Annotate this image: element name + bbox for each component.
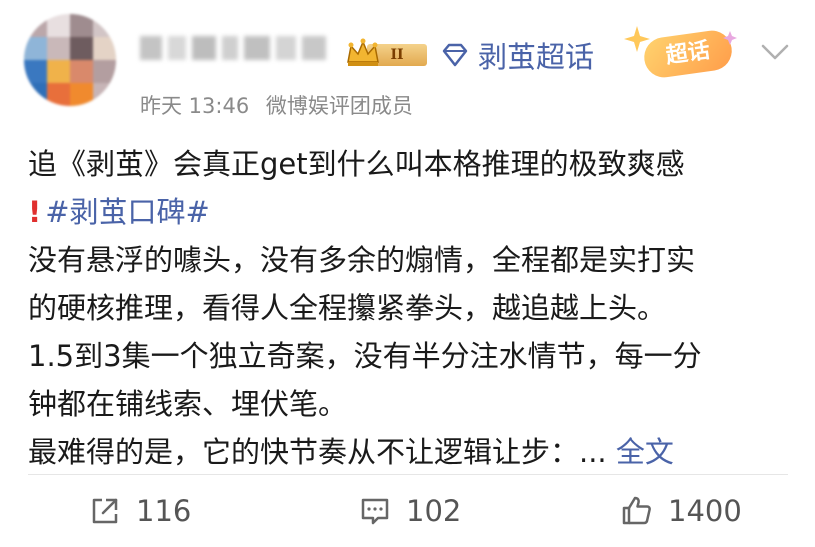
sparkle-icon: [723, 31, 737, 45]
comment-button[interactable]: 102: [358, 490, 461, 532]
member-label: 微博娱评团成员: [265, 94, 413, 118]
mosaic-block: [302, 36, 326, 60]
like-icon: [622, 496, 651, 525]
avatar-tile: [70, 37, 93, 60]
avatar-tile: [24, 60, 47, 83]
avatar-tile: [93, 60, 116, 83]
like-count: 1400: [668, 494, 742, 528]
share-icon: [92, 498, 118, 524]
post-line: 最难得的是，它的快节奏从不让逻辑让步：... 全文: [28, 428, 798, 476]
mosaic-block: [244, 36, 270, 60]
comment-icon: [361, 498, 389, 525]
post-line: 钟都在铺线索、埋伏笔。: [28, 387, 348, 421]
avatar-tile: [24, 14, 47, 37]
crown-icon: [347, 38, 379, 66]
topic-label: 剥茧超话: [478, 40, 595, 74]
mosaic-block: [222, 36, 238, 60]
like-button[interactable]: 1400: [620, 490, 742, 532]
post-body: 追《剥茧》会真正get到什么叫本格推理的极致爽感 ! #剥茧口碑# 没有悬浮的噱头…: [28, 140, 798, 476]
avatar-tile: [47, 83, 70, 106]
timestamp: 昨天 13:46: [140, 94, 250, 118]
full-text-link[interactable]: 全文: [616, 435, 674, 469]
avatar-tile: [47, 60, 70, 83]
post-line: 没有悬浮的噱头，没有多余的煽情，全程都是实打实: [28, 243, 696, 277]
avatar-tile: [70, 83, 93, 106]
chaohua-label: 超话: [641, 28, 735, 80]
mosaic-block: [276, 36, 296, 60]
truncated-text: 最难得的是，它的快节奏从不让逻辑让步：...: [28, 435, 607, 469]
diamond-icon: [442, 43, 468, 67]
avatar-tile: [70, 60, 93, 83]
comment-count: 102: [406, 494, 462, 528]
avatar-tile: [93, 83, 116, 106]
avatar-tile: [93, 14, 116, 37]
mosaic-block: [140, 36, 162, 60]
post-meta: 昨天 13:46 微博娱评团成员: [140, 90, 413, 120]
topic-link[interactable]: 剥茧超话: [440, 37, 595, 74]
chevron-down-icon[interactable]: [760, 42, 790, 62]
avatar[interactable]: [24, 14, 116, 106]
divider: [28, 474, 788, 475]
avatar-tile: [70, 14, 93, 37]
vip-badge[interactable]: II: [345, 38, 429, 68]
chaohua-badge[interactable]: 超话: [622, 24, 740, 80]
post-line: ! #剥茧口碑#: [28, 188, 798, 236]
avatar-tile: [47, 37, 70, 60]
share-count: 116: [136, 494, 192, 528]
exclamation-icon: !: [28, 195, 42, 229]
hashtag-link[interactable]: #剥茧口碑#: [45, 195, 210, 229]
avatar-tile: [24, 37, 47, 60]
share-button[interactable]: 116: [88, 490, 191, 532]
post-line: 追《剥茧》会真正get到什么叫本格推理的极致爽感: [28, 147, 685, 181]
mosaic-block: [168, 36, 186, 60]
avatar-tile: [93, 37, 116, 60]
post-line: 的硬核推理，看得人全程攥紧拳头，越追越上头。: [28, 291, 667, 325]
avatar-tile: [24, 83, 47, 106]
avatar-tile: [47, 14, 70, 37]
post-line: 1.5到3集一个独立奇案，没有半分注水情节，每一分: [28, 339, 702, 373]
username-obscured[interactable]: [140, 30, 340, 66]
mosaic-block: [192, 36, 216, 60]
